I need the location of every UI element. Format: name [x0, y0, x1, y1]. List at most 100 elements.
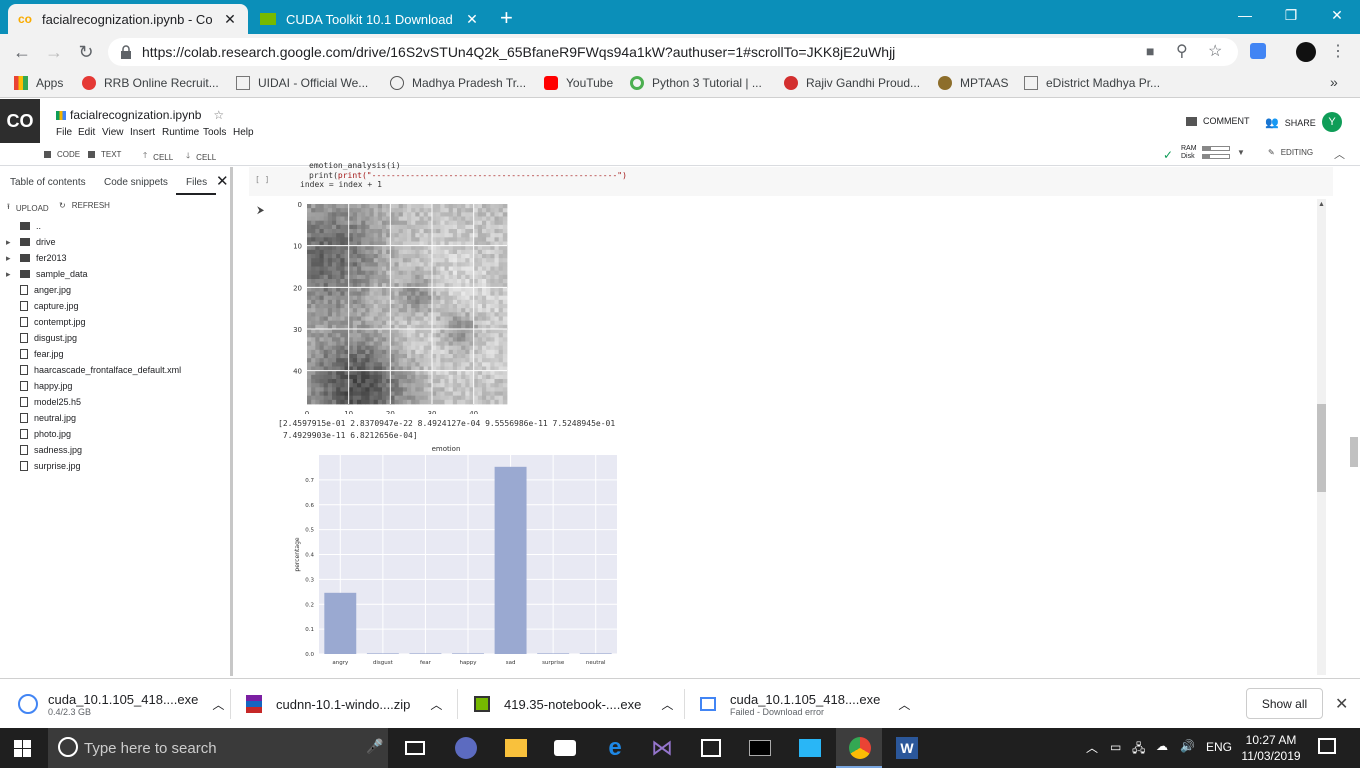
- microphone-icon[interactable]: 🎤: [366, 738, 383, 755]
- share-button[interactable]: 👥 SHARE: [1265, 116, 1316, 129]
- file-item[interactable]: model25.h5: [20, 395, 81, 409]
- expand-chevron-icon[interactable]: ▸: [6, 269, 11, 280]
- file-item[interactable]: fear.jpg: [20, 347, 64, 361]
- file-item[interactable]: neutral.jpg: [20, 411, 76, 425]
- network-icon[interactable]: 🖧: [1132, 739, 1145, 760]
- tab-code-snippets[interactable]: Code snippets: [104, 177, 168, 188]
- store-icon[interactable]: [697, 734, 725, 762]
- menu-tools[interactable]: Tools: [203, 127, 226, 138]
- close-tab-icon[interactable]: ✕: [464, 11, 480, 27]
- comment-button[interactable]: COMMENT: [1186, 116, 1250, 126]
- new-tab-button[interactable]: +: [500, 5, 513, 31]
- refresh-button[interactable]: ↻ REFRESH: [59, 201, 110, 210]
- bookmark-edistrict[interactable]: eDistrict Madhya Pr...: [1024, 76, 1160, 90]
- file-item[interactable]: sadness.jpg: [20, 443, 82, 457]
- star-icon[interactable]: ☆: [213, 108, 224, 122]
- expand-chevron-icon[interactable]: ▸: [6, 253, 11, 264]
- bookmark-python[interactable]: Python 3 Tutorial | ...: [630, 76, 762, 90]
- output-menu-icon[interactable]: ⮞: [257, 205, 264, 216]
- move-cell-up-button[interactable]: 🡑 CELL: [143, 150, 173, 164]
- menu-insert[interactable]: Insert: [130, 127, 155, 138]
- bookmark-apps[interactable]: Apps: [14, 76, 63, 90]
- file-item[interactable]: surprise.jpg: [20, 459, 81, 473]
- visual-studio-icon[interactable]: ⋈: [648, 734, 676, 762]
- close-sidebar-icon[interactable]: ✕: [216, 172, 229, 190]
- parent-folder-item[interactable]: ..: [20, 219, 41, 233]
- output-scroll-thumb[interactable]: [1317, 404, 1326, 492]
- cell-exec-marker[interactable]: [ ]: [255, 175, 269, 184]
- page-scroll-thumb[interactable]: [1350, 437, 1358, 467]
- extension-icon[interactable]: [1250, 43, 1266, 59]
- add-text-button[interactable]: TEXT: [88, 150, 121, 159]
- file-item[interactable]: capture.jpg: [20, 299, 79, 313]
- scroll-up-icon[interactable]: ▲: [1318, 201, 1325, 208]
- windows-start-icon[interactable]: [14, 740, 31, 757]
- tray-expand-icon[interactable]: ︿: [1086, 739, 1098, 756]
- chevron-up-icon[interactable]: ︿: [898, 696, 910, 713]
- bookmark-uidai[interactable]: UIDAI - Official We...: [236, 76, 368, 90]
- file-item[interactable]: photo.jpg: [20, 427, 71, 441]
- expand-chevron-icon[interactable]: ▸: [6, 237, 11, 248]
- folder-item[interactable]: ▸ fer2013: [6, 251, 67, 265]
- file-explorer-icon[interactable]: [502, 734, 530, 762]
- terminal-icon[interactable]: [746, 734, 774, 762]
- more-bookmarks-button[interactable]: »: [1330, 74, 1338, 90]
- media-player-icon[interactable]: [452, 734, 480, 762]
- close-downloads-icon[interactable]: ✕: [1335, 694, 1348, 714]
- word-icon[interactable]: W: [893, 734, 921, 762]
- chevron-up-icon[interactable]: ︿: [661, 696, 673, 713]
- upload-button[interactable]: ⭱ UPLOAD: [7, 201, 49, 215]
- bookmark-mptaas[interactable]: MPTAAS: [938, 76, 1008, 90]
- notebook-title[interactable]: facialrecognization.ipynb: [70, 108, 201, 122]
- code-cell[interactable]: [ ] emotion_analysis(i) print(print("---…: [249, 161, 1333, 196]
- bookmark-youtube[interactable]: YouTube: [544, 76, 613, 90]
- minimize-icon[interactable]: —: [1222, 0, 1268, 30]
- colab-logo[interactable]: CO: [0, 99, 40, 143]
- back-icon[interactable]: ←: [10, 40, 34, 64]
- tab-colab[interactable]: co facialrecognization.ipynb - Colab ✕: [8, 4, 248, 34]
- chrome-taskbar-button[interactable]: [836, 728, 882, 768]
- taskbar-search-box[interactable]: Type here to search 🎤: [48, 728, 388, 768]
- file-item[interactable]: disgust.jpg: [20, 331, 77, 345]
- file-item[interactable]: contempt.jpg: [20, 315, 86, 329]
- chevron-up-icon[interactable]: ︿: [212, 696, 224, 713]
- tab-table-of-contents[interactable]: Table of contents: [10, 177, 86, 188]
- battery-icon[interactable]: ▭: [1110, 740, 1121, 754]
- file-item[interactable]: happy.jpg: [20, 379, 72, 393]
- address-bar[interactable]: https://colab.research.google.com/drive/…: [108, 38, 1238, 66]
- profile-avatar[interactable]: [1296, 42, 1316, 62]
- editing-mode-button[interactable]: ✎ EDITING: [1268, 148, 1313, 157]
- resource-monitor[interactable]: RAM Disk: [1181, 145, 1197, 161]
- more-menu-icon[interactable]: ⋮: [1330, 41, 1346, 61]
- tab-files[interactable]: Files: [186, 177, 207, 188]
- camera-app-icon[interactable]: [551, 734, 579, 762]
- menu-runtime[interactable]: Runtime: [162, 127, 199, 138]
- close-window-icon[interactable]: ✕: [1314, 0, 1360, 30]
- reload-icon[interactable]: ↻: [74, 40, 98, 64]
- menu-view[interactable]: View: [102, 127, 124, 138]
- download-item-3[interactable]: 419.35-notebook-....exe ︿: [474, 679, 673, 729]
- task-view-icon[interactable]: [401, 734, 429, 762]
- zoom-icon[interactable]: ⚲: [1176, 41, 1188, 61]
- bookmark-rgp[interactable]: Rajiv Gandhi Proud...: [784, 76, 920, 90]
- resources-dropdown-icon[interactable]: ▼: [1237, 148, 1245, 157]
- chevron-up-icon[interactable]: ︿: [430, 696, 442, 713]
- notifications-icon[interactable]: [1318, 738, 1336, 754]
- download-item-4[interactable]: cuda_10.1.105_418....exe Failed - Downlo…: [700, 679, 910, 729]
- remote-desktop-icon[interactable]: [796, 734, 824, 762]
- menu-file[interactable]: File: [56, 127, 72, 138]
- menu-help[interactable]: Help: [233, 127, 254, 138]
- download-item-2[interactable]: cudnn-10.1-windo....zip ︿: [246, 679, 442, 729]
- download-item-1[interactable]: cuda_10.1.105_418....exe 0.4/2.3 GB ︿: [18, 679, 224, 729]
- tab-cuda[interactable]: CUDA Toolkit 10.1 Download | NV ✕: [250, 4, 490, 34]
- menu-edit[interactable]: Edit: [78, 127, 95, 138]
- folder-item[interactable]: ▸ drive: [6, 235, 56, 249]
- forward-icon[interactable]: →: [42, 40, 66, 64]
- bookmark-star-icon[interactable]: ☆: [1208, 41, 1222, 61]
- show-all-button[interactable]: Show all: [1246, 688, 1323, 719]
- move-cell-down-button[interactable]: 🡓 CELL: [186, 150, 216, 164]
- user-avatar[interactable]: Y: [1322, 112, 1342, 132]
- add-code-button[interactable]: CODE: [44, 150, 80, 159]
- file-item[interactable]: anger.jpg: [20, 283, 71, 297]
- output-scrollbar[interactable]: ▲: [1317, 199, 1326, 675]
